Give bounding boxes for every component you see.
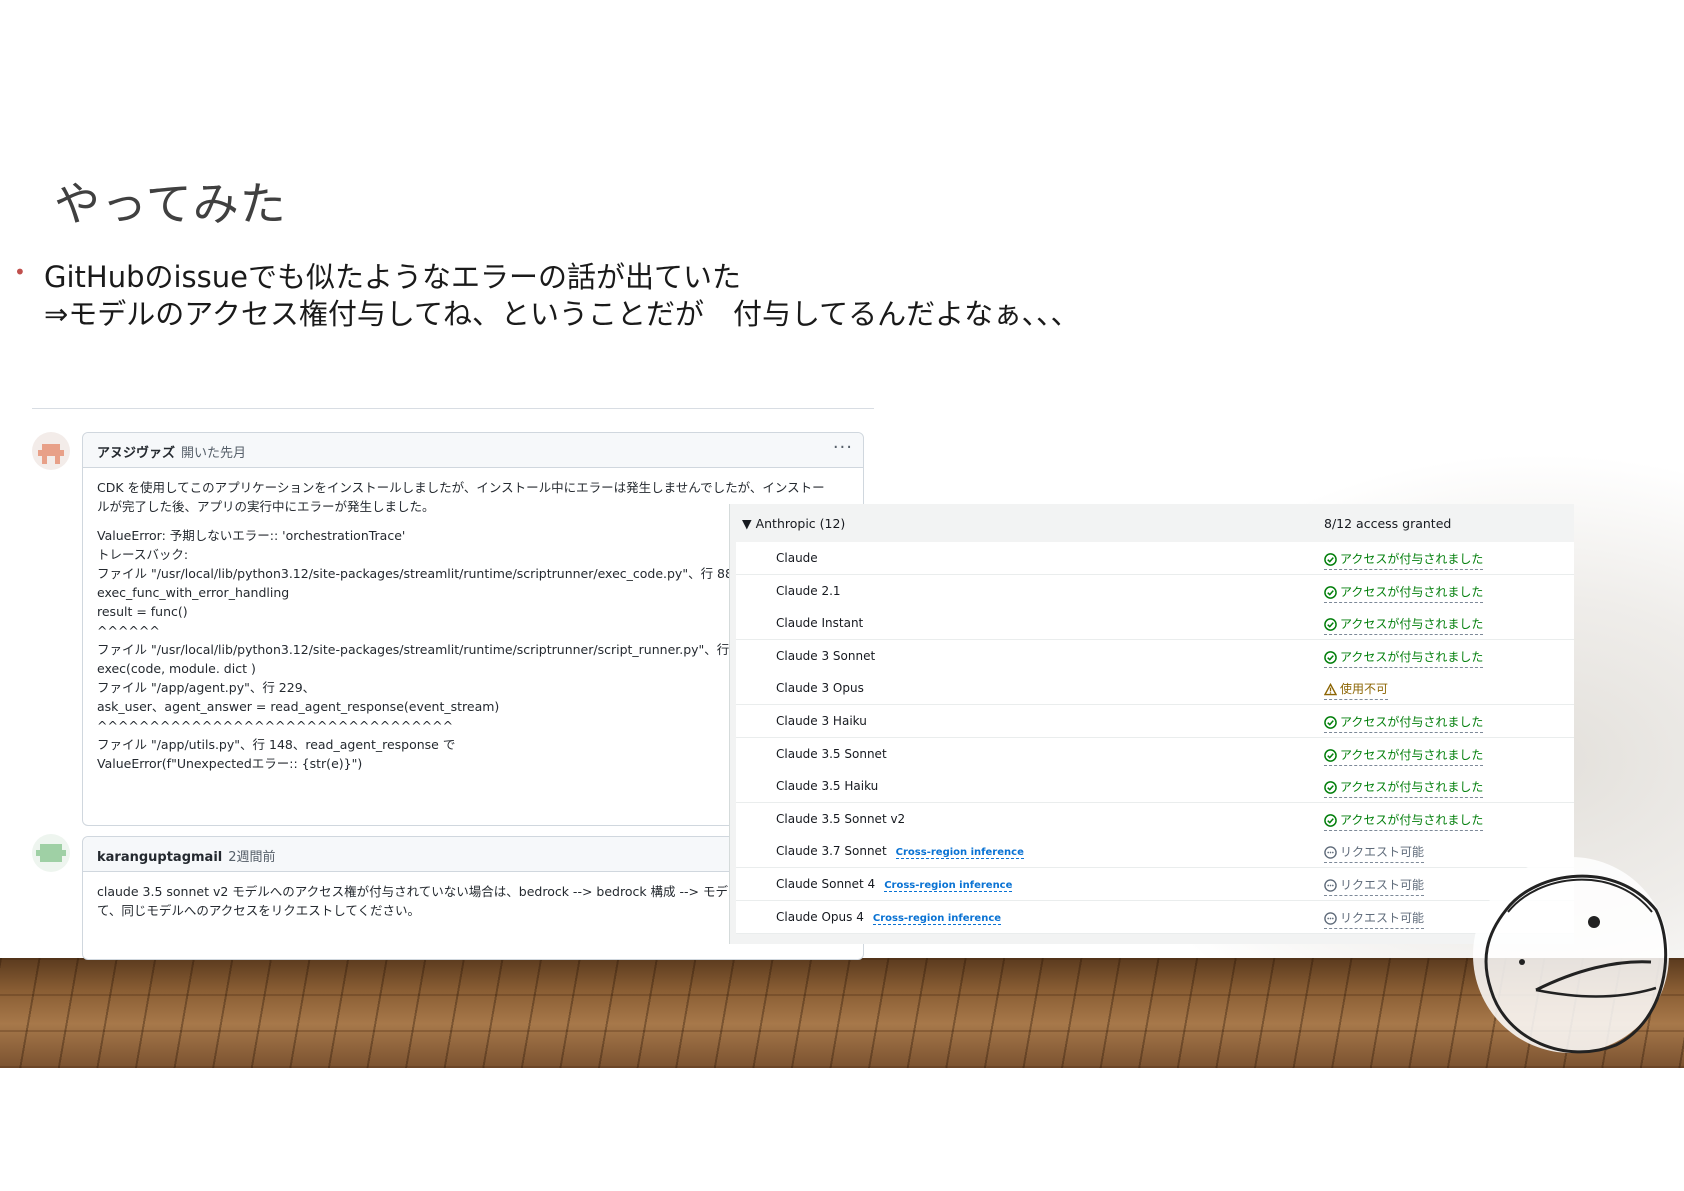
access-status[interactable]: リクエスト可能 <box>1324 843 1425 864</box>
ellipsis-circle-icon <box>1324 846 1337 862</box>
comment-header: アヌジヴァズ 開いた先月 ··· <box>83 433 863 468</box>
access-status[interactable]: リクエスト可能 <box>1324 909 1425 929</box>
access-status[interactable]: アクセスが付与されました <box>1324 746 1484 766</box>
access-granted-summary: 8/12 access granted <box>1324 516 1452 531</box>
avatar[interactable] <box>32 834 70 872</box>
model-name-text: Claude 3.5 Sonnet <box>776 746 887 761</box>
slide-title: やってみた <box>54 177 287 231</box>
model-row[interactable]: Claude Sonnet 4 Cross-region inference リクエ… <box>736 868 1574 901</box>
model-name: Claude Instant <box>776 616 863 630</box>
provider-group-header[interactable]: ▼ Anthropic (12) 8/12 access granted <box>736 506 1574 542</box>
wood-floor-background <box>0 958 1684 1068</box>
model-name-text: Claude 3 Sonnet <box>776 648 876 663</box>
comment-author-link[interactable]: アヌジヴァズ 開いた先月 <box>97 442 246 461</box>
check-circle-icon <box>1324 585 1337 602</box>
cross-region-inference-link[interactable]: Cross-region inference <box>895 847 1024 860</box>
model-row[interactable]: Claude 3.5 Haiku アクセスが付与されました <box>736 770 1574 804</box>
slide-bottom-margin <box>0 1068 1684 1191</box>
model-name: Claude Opus 4 Cross-region inference <box>776 909 1002 925</box>
model-row[interactable]: Claude 3.5 Sonnet アクセスが付与されました <box>736 737 1574 771</box>
avatar[interactable] <box>32 432 70 470</box>
model-name-text: Claude 3.7 Sonnet <box>776 844 887 859</box>
model-name-text: Claude 3.5 Sonnet v2 <box>776 811 906 826</box>
divider <box>32 408 874 409</box>
check-circle-icon <box>1324 813 1337 830</box>
model-row[interactable]: Claude 2.1 アクセスが付与されました <box>736 574 1574 608</box>
access-status-text: 使用不可 <box>1340 682 1389 697</box>
access-status[interactable]: アクセスが付与されました <box>1324 713 1484 733</box>
comment-author-link[interactable]: karanguptagmail 2週間前 <box>97 846 276 865</box>
model-name: Claude <box>776 551 818 565</box>
comment-timestamp: 開いた先月 <box>181 446 247 461</box>
check-circle-icon <box>1324 650 1337 667</box>
model-name: Claude 3.5 Sonnet <box>776 747 887 761</box>
model-row[interactable]: Claude Instant アクセスが付与されました <box>736 607 1574 641</box>
cross-region-inference-link[interactable]: Cross-region inference <box>872 912 1002 925</box>
check-circle-icon <box>1324 618 1337 634</box>
bullet-text-line-1: GitHubのissueでも似たようなエラーの話が出ていた <box>44 260 741 294</box>
access-status[interactable]: 使用不可 <box>1323 680 1389 701</box>
model-name-text: Claude <box>776 551 818 565</box>
model-name-text: Claude 3 Opus <box>776 681 864 696</box>
access-status[interactable]: アクセスが付与されました <box>1324 778 1484 799</box>
access-status-text: アクセスが付与されました <box>1340 552 1484 566</box>
model-row[interactable]: Claude Opus 4 Cross-region inference リクエスト… <box>736 900 1574 934</box>
access-status[interactable]: リクエスト可能 <box>1324 876 1425 896</box>
check-circle-icon <box>1324 748 1337 765</box>
model-name-text: Claude 2.1 <box>776 583 841 598</box>
warning-icon <box>1323 683 1338 699</box>
model-name-text: Claude Instant <box>776 616 864 631</box>
access-status[interactable]: アクセスが付与されました <box>1324 811 1484 831</box>
model-row[interactable]: Claude アクセスが付与されました <box>736 542 1574 575</box>
access-status-text: リクエスト可能 <box>1340 878 1425 892</box>
model-name: Claude 3 Opus <box>776 681 864 695</box>
ellipsis-circle-icon <box>1324 911 1337 928</box>
model-name-text: Claude 3 Haiku <box>776 714 867 728</box>
access-status[interactable]: アクセスが付与されました <box>1324 550 1484 570</box>
hand-drawn-character-illustration <box>1473 857 1669 1054</box>
access-status-text: アクセスが付与されました <box>1340 780 1484 795</box>
bullet-marker: • <box>14 260 26 284</box>
access-status[interactable]: アクセスが付与されました <box>1324 648 1484 668</box>
model-name-text: Claude Opus 4 <box>776 909 864 924</box>
model-row[interactable]: Claude 3.5 Sonnet v2 アクセスが付与されました <box>736 802 1574 836</box>
access-status-text: アクセスが付与されました <box>1340 812 1484 827</box>
cross-region-inference-link[interactable]: Cross-region inference <box>884 880 1013 892</box>
model-name: Claude 3 Sonnet <box>776 649 875 663</box>
bullet-text-line-2: ⇒モデルのアクセス権付与してね、ということだが 付与してるんだよなぁ、、、 <box>44 297 1080 331</box>
model-row[interactable]: Claude 3 Opus 使用不可 <box>736 672 1574 706</box>
access-status-text: アクセスが付与されました <box>1340 584 1484 599</box>
check-circle-icon <box>1324 553 1337 569</box>
model-name: Claude Sonnet 4 Cross-region inference <box>776 877 1013 892</box>
access-status-text: アクセスが付与されました <box>1340 715 1484 729</box>
comment-text: ルが完了した後、アプリの実行中にエラーが発生しました。 <box>97 499 435 514</box>
check-circle-icon <box>1324 716 1337 732</box>
access-status-text: アクセスが付与されました <box>1340 649 1484 664</box>
access-status[interactable]: アクセスが付与されました <box>1324 615 1484 636</box>
bedrock-model-access-screenshot: ▼ Anthropic (12) 8/12 access granted Cla… <box>729 504 1574 944</box>
model-name-text: Claude Sonnet 4 <box>776 877 876 891</box>
model-name: Claude 3.5 Sonnet v2 <box>776 812 905 826</box>
model-name-text: Claude 3.5 Haiku <box>776 779 879 794</box>
more-options-icon[interactable]: ··· <box>833 437 853 458</box>
provider-name: ▼ Anthropic (12) <box>742 516 846 531</box>
model-name: Claude 2.1 <box>776 584 841 598</box>
ellipsis-circle-icon <box>1324 879 1337 895</box>
access-status-text: リクエスト可能 <box>1340 845 1425 860</box>
access-status-text: リクエスト可能 <box>1340 910 1425 925</box>
model-name: Claude 3 Haiku <box>776 714 867 728</box>
model-name: Claude 3.7 Sonnet Cross-region inference <box>776 844 1024 860</box>
access-status-text: アクセスが付与されました <box>1340 747 1484 762</box>
model-row[interactable]: Claude 3.7 Sonnet Cross-region inference リ… <box>736 835 1574 869</box>
comment-text: CDK を使用してこのアプリケーションをインストールしましたが、インストール中に… <box>97 480 825 495</box>
model-row[interactable]: Claude 3 Haiku アクセスが付与されました <box>736 705 1574 738</box>
model-name: Claude 3.5 Haiku <box>776 779 878 793</box>
comment-timestamp: 2週間前 <box>228 850 276 865</box>
check-circle-icon <box>1324 781 1337 797</box>
access-status[interactable]: アクセスが付与されました <box>1324 583 1484 603</box>
access-status-text: アクセスが付与されました <box>1340 617 1484 632</box>
model-row[interactable]: Claude 3 Sonnet アクセスが付与されました <box>736 639 1574 673</box>
